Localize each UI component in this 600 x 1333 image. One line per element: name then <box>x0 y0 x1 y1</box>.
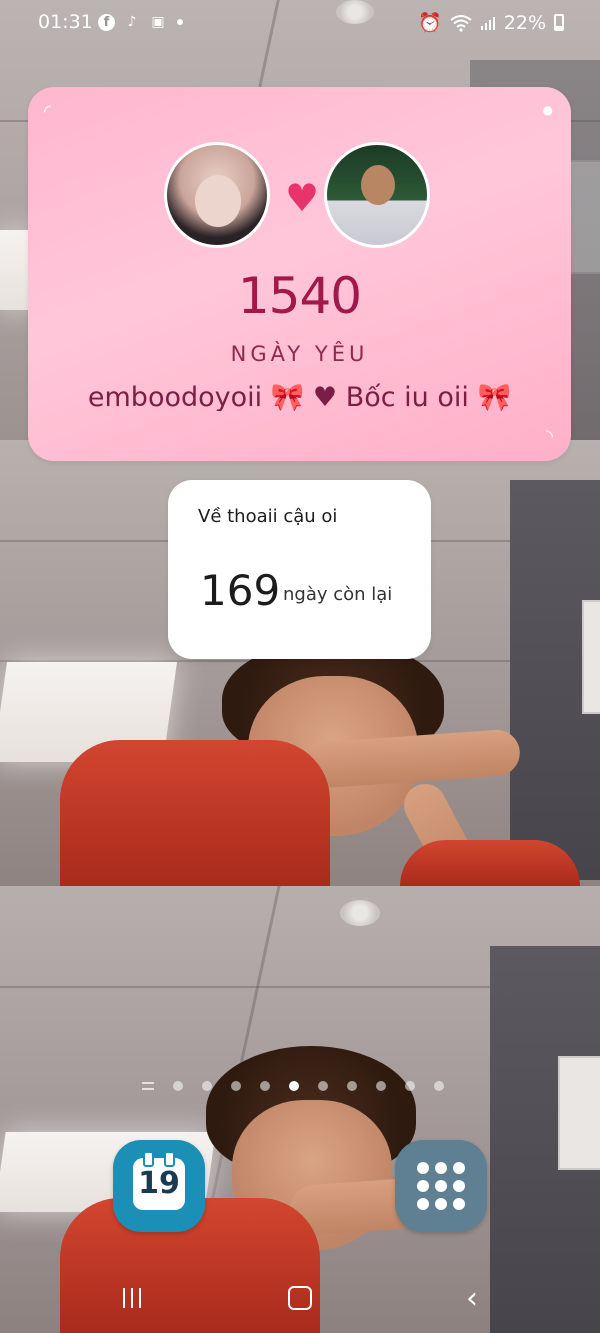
system-icons: ⏰ 22% <box>418 11 564 34</box>
recents-button[interactable] <box>112 1283 152 1313</box>
alarm-icon: ⏰ <box>418 12 442 34</box>
page-dot[interactable] <box>202 1081 212 1091</box>
status-time: 01:31 <box>38 11 93 33</box>
facebook-icon: f <box>98 13 115 31</box>
calendar-day: 19 <box>138 1166 180 1201</box>
page-dot[interactable] <box>434 1081 444 1091</box>
page-dot[interactable] <box>405 1081 415 1091</box>
navigation-bar: ‹ <box>0 1259 600 1333</box>
widget-corner-icon: ◜ <box>44 101 51 122</box>
wifi-icon <box>450 14 472 32</box>
battery-icon <box>554 14 564 31</box>
love-days-widget[interactable]: ◜ ● ◝ ♥ 1540 NGÀY YÊU emboodoyoii 🎀 ♥ Bố… <box>28 87 571 461</box>
page-dot[interactable] <box>173 1081 183 1091</box>
countdown-days-number: 169 <box>200 566 281 615</box>
countdown-unit-label: ngày còn lại <box>283 584 393 605</box>
home-button[interactable] <box>280 1283 320 1313</box>
couple-names: emboodoyoii 🎀 ♥ Bốc iu oii 🎀 <box>87 382 512 411</box>
apps-drawer-icon[interactable] <box>395 1140 487 1232</box>
partner-avatar-left <box>164 142 270 248</box>
page-dot[interactable] <box>318 1081 328 1091</box>
love-days-label: NGÀY YÊU <box>230 342 369 366</box>
page-dot[interactable] <box>376 1081 386 1091</box>
partner-avatar-right <box>324 142 430 248</box>
page-dot[interactable] <box>289 1081 299 1091</box>
page-dot[interactable] <box>231 1081 241 1091</box>
countdown-title: Về thoaii cậu oi <box>198 506 338 527</box>
gallery-icon: ▣ <box>151 14 165 30</box>
page-dot[interactable] <box>347 1081 357 1091</box>
widget-corner-icon: ● <box>542 103 553 117</box>
tiktok-icon: ♪ <box>127 14 137 30</box>
back-button[interactable]: ‹ <box>452 1281 492 1316</box>
page-dot[interactable] <box>260 1081 270 1091</box>
love-days-count: 1540 <box>237 267 362 325</box>
countdown-widget[interactable]: Về thoaii cậu oi 169 ngày còn lại <box>168 480 431 659</box>
page-indicator[interactable] <box>142 1081 444 1091</box>
signal-icon <box>480 16 495 30</box>
widget-resize-icon[interactable]: ◝ <box>546 426 553 447</box>
pages-menu-icon[interactable] <box>142 1082 154 1090</box>
notification-icons: f ♪ ▣ <box>98 13 183 31</box>
calendar-app-icon[interactable]: 19 <box>113 1140 205 1232</box>
grid-dots-icon <box>417 1162 465 1210</box>
heart-icon: ♥ <box>285 176 320 220</box>
battery-percent: 22% <box>503 11 546 34</box>
more-notifications-dot <box>177 19 183 25</box>
status-bar: 01:31 f ♪ ▣ ⏰ 22% <box>0 0 600 46</box>
calendar-icon: 19 <box>133 1151 185 1210</box>
